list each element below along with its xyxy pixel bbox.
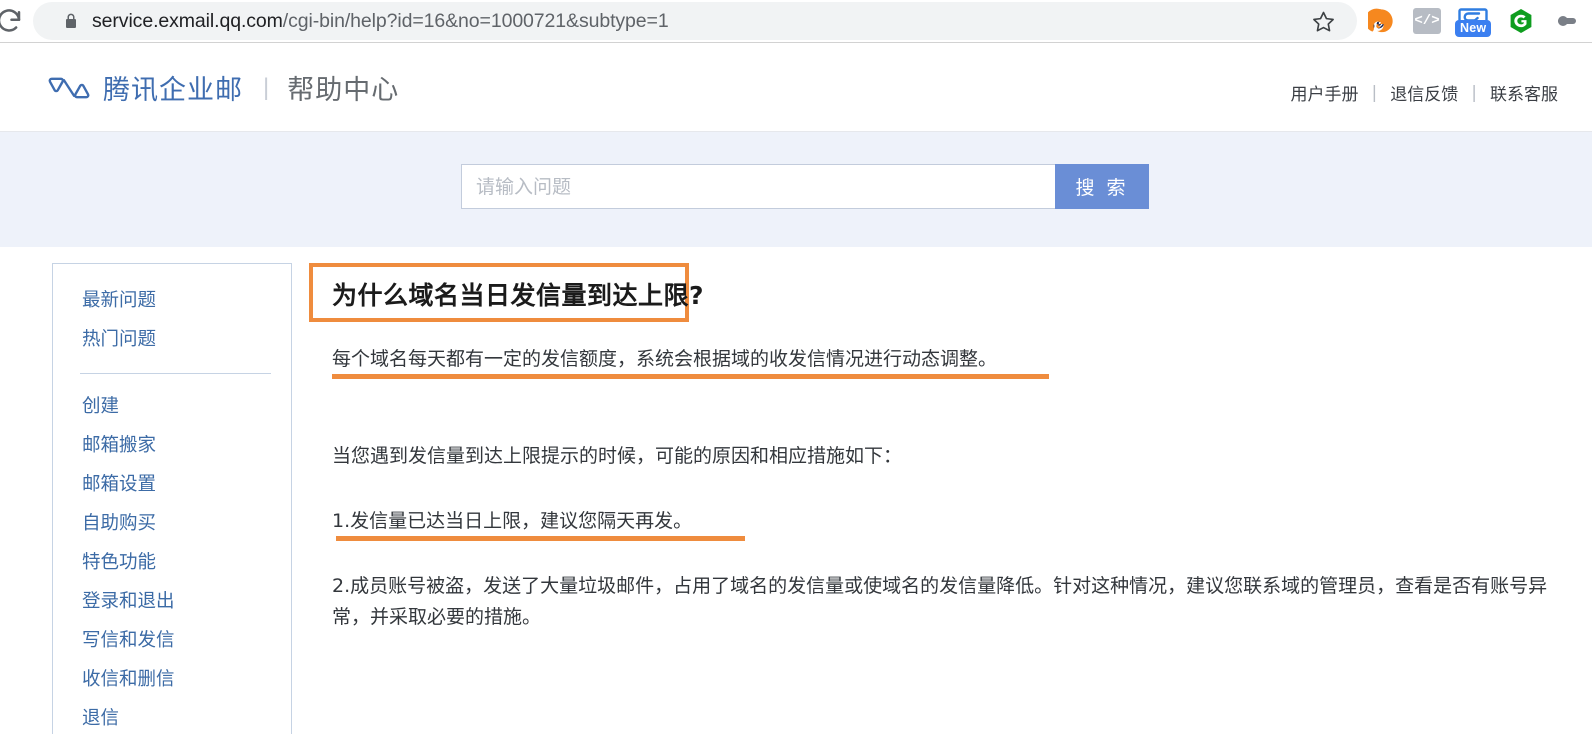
bookmark-star-icon[interactable] [1307,5,1339,37]
sidebar-item-create[interactable]: 创建 [53,387,291,426]
sidebar-item-mailbox-migration[interactable]: 邮箱搬家 [53,426,291,465]
nav-link-user-manual[interactable]: 用户手册 [1291,80,1359,105]
search-input[interactable] [461,164,1055,209]
sidebar-item-latest-questions[interactable]: 最新问题 [53,281,291,320]
article-reason-1: 1.发信量已达当日上限，建议您隔天再发。 [332,510,693,532]
nav-link-bounce-feedback[interactable]: 退信反馈 [1390,80,1458,105]
brand-name: 腾讯企业邮 [103,75,243,106]
sidebar: 最新问题 热门问题 创建 邮箱搬家 邮箱设置 自助购买 特色功能 登录和退出 写… [52,263,292,734]
sidebar-divider [80,373,271,374]
url-text: service.exmail.qq.com/cgi-bin/help?id=16… [92,10,669,33]
search-button[interactable]: 搜 索 [1055,164,1149,209]
code-extension-label: </> [1413,8,1441,34]
page-title: 为什么域名当日发信量到达上限? [332,281,705,310]
search-form: 搜 索 [461,164,1149,209]
tencent-exmail-logo-icon [48,75,90,101]
new-extension-badge: New [1455,20,1492,37]
annotation-underline-reason-1 [336,536,745,541]
url-host: service.exmail.qq.com [92,9,283,32]
sidebar-item-popular-questions[interactable]: 热门问题 [53,320,291,359]
sidebar-item-self-service-purchase[interactable]: 自助购买 [53,504,291,543]
lock-icon [64,13,78,29]
grammarly-extension-icon[interactable] [1364,4,1398,38]
code-extension-icon[interactable]: </> [1410,4,1444,38]
nav-link-contact-support[interactable]: 联系客服 [1490,80,1558,105]
article-reason-2: 2.成员账号被盗，发送了大量垃圾邮件，占用了域名的发信量或使域名的发信量降低。针… [332,575,1548,628]
article-lead-in: 当您遇到发信量到达上限提示的时候，可能的原因和相应措施如下： [332,445,903,467]
address-bar[interactable]: service.exmail.qq.com/cgi-bin/help?id=16… [33,2,1357,40]
annotation-underline-intro [332,374,1049,379]
partial-extension-icon[interactable] [1550,4,1584,38]
sidebar-item-featured-functions[interactable]: 特色功能 [53,543,291,582]
page-section-title: 帮助中心 [287,75,400,106]
sidebar-item-bounced-mail[interactable]: 退信 [53,699,291,738]
sidebar-group-main: 创建 邮箱搬家 邮箱设置 自助购买 特色功能 登录和退出 写信和发信 收信和删信… [53,387,291,738]
grammarly-g-extension-icon[interactable] [1504,4,1538,38]
sidebar-item-login-logout[interactable]: 登录和退出 [53,582,291,621]
url-path: /cgi-bin/help?id=16&no=1000721&subtype=1 [282,9,669,32]
sidebar-item-receive-delete[interactable]: 收信和删信 [53,660,291,699]
nav-separator: | [1471,82,1477,103]
sidebar-group-top: 最新问题 热门问题 [53,264,291,359]
browser-chrome: service.exmail.qq.com/cgi-bin/help?id=16… [0,0,1592,43]
sidebar-item-compose-send[interactable]: 写信和发信 [53,621,291,660]
reload-icon[interactable] [0,6,24,36]
sidebar-item-mailbox-settings[interactable]: 邮箱设置 [53,465,291,504]
brand-separator: | [263,73,270,101]
header-nav: 用户手册 | 退信反馈 | 联系客服 [1291,80,1558,106]
site-header: 腾讯企业邮 | 帮助中心 用户手册 | 退信反馈 | 联系客服 [0,44,1592,131]
article-intro: 每个域名每天都有一定的发信额度，系统会根据域的收发信情况进行动态调整。 [332,348,998,370]
nav-separator: | [1371,82,1378,103]
brand[interactable]: 腾讯企业邮 | 帮助中心 [48,68,399,107]
